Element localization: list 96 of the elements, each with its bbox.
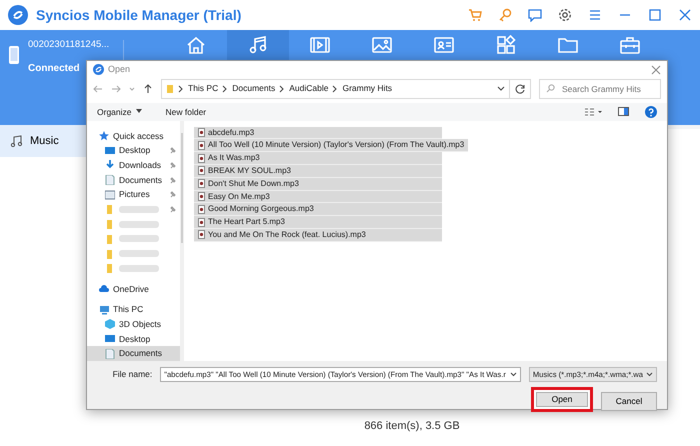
menu-icon[interactable]	[588, 8, 602, 22]
refresh-button[interactable]	[509, 78, 531, 99]
folder-icon	[105, 248, 115, 259]
cube-icon	[105, 319, 115, 330]
nav-pane-item[interactable]: Pictures	[87, 187, 180, 202]
cloud-icon	[99, 284, 109, 294]
monitor-icon	[105, 146, 115, 156]
document-icon	[105, 348, 115, 359]
breadcrumb-item[interactable]: Documents	[232, 82, 276, 96]
status-text: 866 item(s), 3.5 GB	[364, 418, 460, 434]
preview-pane-icon[interactable]	[618, 107, 629, 116]
file-row[interactable]: As It Was.mp3	[194, 152, 442, 166]
film-icon	[309, 34, 331, 56]
dropdown-caret-icon[interactable]	[510, 372, 517, 377]
cart-icon[interactable]	[468, 8, 482, 22]
contact-card-icon	[433, 34, 455, 56]
chevron-icon	[279, 84, 286, 93]
file-row[interactable]: Good Morning Gorgeous.mp3	[194, 203, 442, 216]
nav-pane-item[interactable]: This PC	[87, 302, 180, 317]
breadcrumb-item[interactable]: This PC	[188, 82, 218, 96]
audio-file-icon	[198, 230, 205, 240]
music-note-icon	[10, 135, 22, 147]
file-row[interactable]: All Too Well (10 Minute Version) (Taylor's Version) (From The Vault).mp3	[194, 139, 468, 152]
folder-icon	[105, 234, 115, 244]
audio-file-icon	[198, 192, 205, 202]
address-bar[interactable]: This PC Documents AudiCable Grammy Hits	[161, 78, 510, 99]
phone-icon	[8, 45, 20, 65]
device-id: 00202301181245...	[28, 39, 110, 50]
chevron-icon	[222, 84, 228, 93]
search-field[interactable]: Search Grammy Hits	[539, 78, 661, 99]
up-arrow-icon[interactable]	[143, 84, 153, 94]
dropdown-caret-icon[interactable]	[497, 86, 505, 92]
app-logo-icon	[93, 64, 104, 76]
home-icon	[185, 34, 207, 56]
dropdown-caret-icon[interactable]	[646, 372, 653, 377]
file-row[interactable]: BREAK MY SOUL.mp3	[194, 165, 442, 178]
chat-icon[interactable]	[528, 8, 542, 22]
toolbar-button[interactable]: Organize	[97, 106, 142, 118]
file-row[interactable]: You and Me On The Rock (feat. Lucius).mp3	[194, 229, 442, 242]
computer-icon	[99, 304, 109, 315]
file-name-label: File name:	[112, 368, 152, 381]
nav-pane-item[interactable]: Documents	[87, 346, 180, 361]
dialog-title: Open	[108, 62, 130, 76]
file-row[interactable]: The Heart Part 5.mp3	[194, 216, 442, 230]
audio-file-icon	[198, 128, 205, 138]
chevron-icon	[178, 84, 184, 93]
caret-icon	[136, 109, 142, 114]
maximize-icon[interactable]	[648, 8, 662, 22]
document-icon	[105, 175, 115, 186]
chevron-icon	[332, 84, 338, 93]
help-icon[interactable]	[645, 106, 657, 118]
folder-icon	[105, 219, 115, 230]
view-options-icon[interactable]	[584, 106, 602, 117]
nav-pane-item[interactable]: Documents	[87, 172, 180, 188]
refresh-icon	[515, 84, 525, 94]
scrollbar[interactable]	[180, 120, 184, 361]
audio-file-icon	[198, 179, 205, 188]
search-icon	[546, 84, 555, 93]
nav-pane-item[interactable]: Desktop	[87, 332, 180, 346]
monitor-icon	[105, 334, 115, 344]
nav-tab[interactable]	[227, 30, 289, 60]
connection-status: Connected	[28, 63, 80, 75]
nav-pane-item[interactable]: 3D Objects	[87, 316, 180, 332]
file-row[interactable]: abcdefu.mp3	[194, 126, 442, 140]
settings-icon[interactable]	[558, 8, 572, 22]
nav-pane-item[interactable]: Downloads	[87, 158, 180, 173]
close-icon[interactable]	[651, 64, 661, 75]
apps-grid-icon	[495, 34, 517, 56]
music-note-icon	[247, 34, 269, 56]
dialog-button[interactable]: Cancel	[601, 392, 657, 410]
key-icon[interactable]	[498, 8, 512, 22]
audio-file-icon	[198, 140, 205, 150]
toolbar-button[interactable]: New folder	[166, 106, 206, 118]
forward-arrow-icon[interactable]	[111, 84, 121, 94]
audio-file-icon	[198, 154, 205, 163]
download-arrow-icon	[105, 160, 115, 170]
back-arrow-icon[interactable]	[93, 84, 103, 94]
folder-icon	[105, 204, 115, 214]
app-logo-icon	[8, 5, 28, 25]
dialog-button[interactable]: Open	[531, 387, 593, 412]
star-icon	[99, 131, 109, 142]
audio-file-icon	[198, 204, 205, 214]
close-icon[interactable]	[678, 8, 692, 22]
image-icon	[371, 34, 393, 56]
audio-file-icon	[198, 166, 205, 176]
folder-icon	[105, 263, 115, 274]
toolbox-icon	[619, 34, 641, 56]
audio-file-icon	[198, 218, 205, 227]
folder-icon	[166, 84, 174, 94]
app-title: Syncios Mobile Manager (Trial)	[36, 6, 242, 25]
picture-icon	[105, 190, 115, 200]
file-row[interactable]: Don't Shut Me Down.mp3	[194, 178, 442, 191]
nav-pane-item[interactable]: OneDrive	[87, 282, 180, 296]
breadcrumb-item[interactable]: Grammy Hits	[342, 82, 392, 96]
breadcrumb-item[interactable]: AudiCable	[289, 82, 328, 96]
file-row[interactable]: Easy On Me.mp3	[194, 190, 442, 204]
